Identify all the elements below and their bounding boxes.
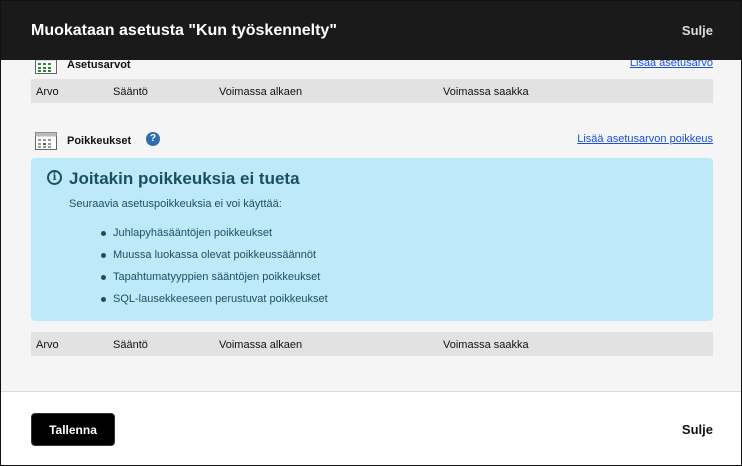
notice-text: Seuraavia asetuspoikkeuksia ei voi käytt… bbox=[69, 198, 282, 210]
exceptions-title: Poikkeukset bbox=[67, 135, 132, 147]
dialog-footer: Tallenna Sulje bbox=[1, 392, 741, 465]
footer-close-button[interactable]: Sulje bbox=[682, 422, 713, 437]
edit-setting-dialog: Muokataan asetusta "Kun työskennelty" Su… bbox=[0, 0, 742, 466]
list-item: Muussa luokassa olevat poikkeussäännöt bbox=[101, 244, 328, 266]
notice-title: Joitakin poikkeuksia ei tueta bbox=[69, 169, 300, 188]
calendar-grid-icon bbox=[35, 60, 57, 74]
save-button[interactable]: Tallenna bbox=[31, 413, 115, 446]
setting-values-header: Asetusarvot Lisää asetusarvo bbox=[31, 60, 713, 78]
dialog-header: Muokataan asetusta "Kun työskennelty" Su… bbox=[1, 1, 741, 60]
add-setting-value-link[interactable]: Lisää asetusarvo bbox=[630, 60, 713, 69]
unsupported-exceptions-notice: i Joitakin poikkeuksia ei tueta Seuraavi… bbox=[31, 158, 713, 321]
column-header-valid-from[interactable]: Voimassa alkaen bbox=[219, 86, 302, 98]
list-item: Tapahtumatyyppien sääntöjen poikkeukset bbox=[101, 266, 328, 288]
column-header-rule[interactable]: Sääntö bbox=[113, 339, 148, 351]
column-header-valid-until[interactable]: Voimassa saakka bbox=[443, 86, 529, 98]
dialog-content[interactable]: Asetusarvot Lisää asetusarvo Arvo Sääntö… bbox=[1, 60, 741, 392]
setting-values-table-header: Arvo Sääntö Voimassa alkaen Voimassa saa… bbox=[31, 79, 713, 103]
column-header-value[interactable]: Arvo bbox=[36, 86, 59, 98]
help-icon[interactable]: ? bbox=[146, 132, 160, 146]
add-exception-link[interactable]: Lisää asetusarvon poikkeus bbox=[577, 133, 713, 145]
column-header-valid-until[interactable]: Voimassa saakka bbox=[443, 339, 529, 351]
list-item: SQL-lausekkeeseen perustuvat poikkeukset bbox=[101, 288, 328, 310]
info-icon: i bbox=[47, 170, 62, 185]
list-item: Juhlapyhäsääntöjen poikkeukset bbox=[101, 222, 328, 244]
exceptions-table-header: Arvo Sääntö Voimassa alkaen Voimassa saa… bbox=[31, 332, 713, 356]
column-header-value[interactable]: Arvo bbox=[36, 339, 59, 351]
column-header-valid-from[interactable]: Voimassa alkaen bbox=[219, 339, 302, 351]
header-close-button[interactable]: Sulje bbox=[682, 23, 713, 38]
column-header-rule[interactable]: Sääntö bbox=[113, 86, 148, 98]
exceptions-header: Poikkeukset ? Lisää asetusarvon poikkeus bbox=[31, 132, 713, 154]
notice-list: Juhlapyhäsääntöjen poikkeukset Muussa lu… bbox=[101, 222, 328, 310]
setting-values-title: Asetusarvot bbox=[67, 60, 131, 71]
dialog-title: Muokataan asetusta "Kun työskennelty" bbox=[31, 22, 337, 39]
calendar-grid-icon bbox=[35, 132, 57, 150]
